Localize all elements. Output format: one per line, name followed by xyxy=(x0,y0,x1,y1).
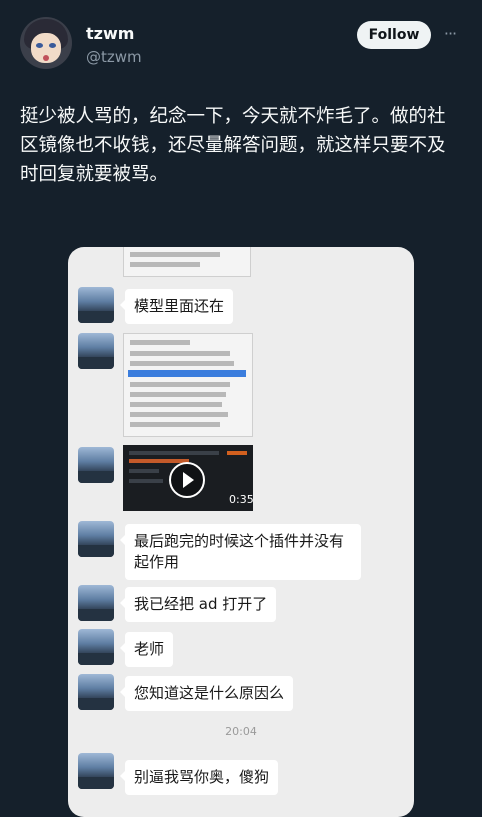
chat-avatar[interactable] xyxy=(78,585,114,621)
chat-timestamp: 20:04 xyxy=(225,725,257,738)
chat-avatar[interactable] xyxy=(78,629,114,665)
follow-button[interactable]: Follow xyxy=(357,21,431,49)
chat-message: 我已经把 ad 打开了 xyxy=(119,587,277,622)
chat-message: 别逼我骂你奥，傻狗 xyxy=(119,760,279,795)
author-name[interactable]: tzwm xyxy=(86,24,134,43)
chat-message: 模型里面还在 xyxy=(119,289,234,324)
chat-avatar[interactable] xyxy=(78,447,114,483)
author-handle[interactable]: @tzwm xyxy=(86,48,142,66)
play-icon[interactable] xyxy=(169,462,205,498)
chat-video[interactable]: 0:35 xyxy=(123,445,253,511)
avatar-eye xyxy=(36,43,43,48)
avatar-eye xyxy=(49,43,56,48)
author-avatar[interactable] xyxy=(20,17,72,69)
video-duration: 0:35 xyxy=(229,493,253,506)
chat-avatar[interactable] xyxy=(78,287,114,323)
chat-image-file-list-top[interactable] xyxy=(123,247,251,277)
chat-avatar[interactable] xyxy=(78,753,114,789)
tweet-text: 挺少被人骂的，纪念一下，今天就不炸毛了。做的社区镜像也不收钱，还尽量解答问题，就… xyxy=(20,106,446,185)
chat-avatar[interactable] xyxy=(78,674,114,710)
more-options-icon[interactable]: ··· xyxy=(438,24,462,44)
tweet-media-image[interactable]: 模型里面还在 0:35 最后跑完的时候这个插件并没有起作用 我已经把 ad 打开… xyxy=(68,247,414,817)
chat-avatar[interactable] xyxy=(78,521,114,557)
chat-avatar[interactable] xyxy=(78,333,114,369)
chat-message: 老师 xyxy=(119,632,174,667)
chat-message: 最后跑完的时候这个插件并没有起作用 xyxy=(120,524,361,580)
avatar-mouth xyxy=(43,55,49,61)
chat-message: 您知道这是什么原因么 xyxy=(119,676,294,711)
chat-image-file-list[interactable] xyxy=(123,333,253,437)
